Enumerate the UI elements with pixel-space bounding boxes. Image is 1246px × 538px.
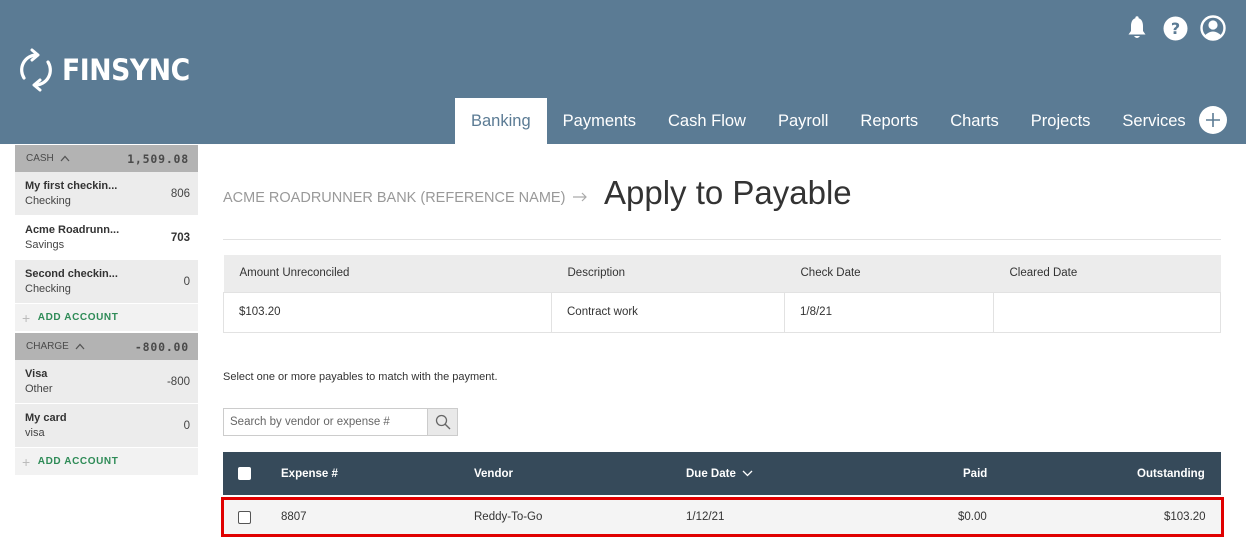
due-date-cell: 1/12/21 bbox=[686, 511, 725, 523]
expense-number-cell: 8807 bbox=[281, 511, 307, 523]
col-paid[interactable]: Paid bbox=[963, 452, 987, 495]
select-all-checkbox[interactable] bbox=[238, 467, 251, 480]
account-name: Acme Roadrunn... bbox=[25, 224, 120, 236]
nav-payroll[interactable]: Payroll bbox=[762, 98, 844, 144]
account-name: Visa bbox=[25, 368, 48, 380]
cash-total: 1,509.08 bbox=[127, 151, 189, 166]
charge-group-header[interactable]: CHARGE -800.00 bbox=[15, 333, 198, 360]
search-bar bbox=[223, 408, 458, 436]
description-value: Contract work bbox=[551, 291, 785, 333]
account-type: Other bbox=[25, 383, 53, 395]
account-type: Checking bbox=[25, 195, 71, 207]
account-balance: 0 bbox=[183, 419, 190, 432]
cleared-date-value bbox=[993, 291, 1221, 333]
account-name: My card bbox=[25, 412, 67, 424]
search-input[interactable] bbox=[223, 408, 428, 436]
divider bbox=[223, 239, 1221, 240]
header-amount-unreconciled: Amount Unreconciled bbox=[223, 255, 552, 292]
accounts-sidebar: CASH 1,509.08 My first checkin... Checkin… bbox=[15, 145, 198, 475]
col-outstanding[interactable]: Outstanding bbox=[1137, 452, 1205, 495]
account-item-second-checking[interactable]: Second checkin... Checking 0 bbox=[15, 260, 198, 304]
chevron-down-icon bbox=[742, 470, 753, 477]
nav-cash-flow[interactable]: Cash Flow bbox=[652, 98, 762, 144]
expenses-table-header: Expense # Vendor Due Date Paid Outstandi… bbox=[223, 452, 1221, 495]
top-header: FINSYNC ? Banking Payments Cash Flow Pay… bbox=[0, 0, 1246, 144]
account-item-my-first-checking[interactable]: My first checkin... Checking 806 bbox=[15, 172, 198, 216]
account-balance: 703 bbox=[170, 231, 190, 244]
outstanding-cell: $103.20 bbox=[1164, 511, 1206, 523]
arrow-right-icon bbox=[573, 192, 588, 202]
add-cash-account-button[interactable]: + ADD ACCOUNT bbox=[15, 304, 198, 331]
account-type: Checking bbox=[25, 283, 71, 295]
help-icon[interactable]: ? bbox=[1162, 14, 1188, 42]
add-account-label: ADD ACCOUNT bbox=[37, 456, 119, 467]
add-plus-icon[interactable] bbox=[1199, 106, 1227, 134]
vendor-cell: Reddy-To-Go bbox=[474, 511, 543, 523]
logo[interactable]: FINSYNC bbox=[18, 48, 201, 92]
chevron-up-icon bbox=[75, 343, 85, 350]
payment-info-table: Amount Unreconciled Description Check Da… bbox=[223, 255, 1221, 333]
account-balance: 806 bbox=[170, 187, 190, 200]
col-due-date[interactable]: Due Date bbox=[686, 452, 753, 495]
bell-icon[interactable] bbox=[1124, 14, 1150, 42]
account-balance: -800 bbox=[166, 375, 190, 388]
account-type: visa bbox=[25, 427, 45, 439]
header-description: Description bbox=[551, 255, 785, 292]
check-date-value: 1/8/21 bbox=[784, 291, 994, 333]
col-vendor[interactable]: Vendor bbox=[474, 452, 513, 495]
breadcrumb-account-link[interactable]: ACME ROADRUNNER BANK (REFERENCE NAME) bbox=[223, 190, 565, 206]
main-nav: Banking Payments Cash Flow Payroll Repor… bbox=[455, 98, 1202, 144]
charge-group-label: CHARGE bbox=[26, 341, 69, 352]
cash-group-label: CASH bbox=[26, 153, 54, 164]
add-charge-account-button[interactable]: + ADD ACCOUNT bbox=[15, 448, 198, 475]
charge-total: -800.00 bbox=[134, 339, 189, 354]
row-checkbox[interactable] bbox=[238, 510, 251, 524]
nav-services[interactable]: Services bbox=[1106, 98, 1201, 144]
search-button[interactable] bbox=[428, 408, 458, 436]
add-account-label: ADD ACCOUNT bbox=[37, 312, 119, 323]
account-name: Second checkin... bbox=[25, 268, 118, 280]
col-expense-number[interactable]: Expense # bbox=[281, 452, 338, 495]
account-balance: 0 bbox=[183, 275, 190, 288]
account-name: My first checkin... bbox=[25, 180, 118, 192]
header-cleared-date: Cleared Date bbox=[993, 255, 1221, 292]
svg-text:?: ? bbox=[1170, 19, 1179, 38]
nav-reports[interactable]: Reports bbox=[844, 98, 934, 144]
logo-text: FINSYNC bbox=[62, 53, 190, 87]
table-row[interactable]: 8807 Reddy-To-Go 1/12/21 $0.00 $103.20 bbox=[221, 497, 1224, 537]
amount-unreconciled-value: $103.20 bbox=[223, 291, 552, 333]
search-icon bbox=[435, 414, 450, 430]
header-check-date: Check Date bbox=[784, 255, 994, 292]
due-date-label: Due Date bbox=[686, 467, 736, 480]
page-title: Apply to Payable bbox=[604, 174, 852, 211]
cash-group-header[interactable]: CASH 1,509.08 bbox=[15, 145, 198, 172]
account-type: Savings bbox=[25, 239, 65, 251]
user-icon[interactable] bbox=[1200, 14, 1226, 42]
nav-payments[interactable]: Payments bbox=[547, 98, 652, 144]
account-item-visa[interactable]: Visa Other -800 bbox=[15, 360, 198, 404]
plus-icon: + bbox=[22, 453, 31, 470]
chevron-up-icon bbox=[60, 155, 70, 162]
account-item-acme-roadrunner[interactable]: Acme Roadrunn... Savings 703 bbox=[15, 216, 198, 260]
finsync-logo-icon bbox=[20, 48, 52, 92]
nav-banking[interactable]: Banking bbox=[455, 98, 547, 144]
plus-icon: + bbox=[22, 309, 31, 326]
nav-charts[interactable]: Charts bbox=[934, 98, 1015, 144]
header-actions: ? bbox=[1124, 14, 1226, 42]
paid-cell: $0.00 bbox=[958, 511, 987, 523]
instruction-text: Select one or more payables to match wit… bbox=[223, 371, 498, 383]
nav-projects[interactable]: Projects bbox=[1015, 98, 1107, 144]
breadcrumb: ACME ROADRUNNER BANK (REFERENCE NAME) bbox=[223, 190, 588, 206]
account-item-my-card[interactable]: My card visa 0 bbox=[15, 404, 198, 448]
